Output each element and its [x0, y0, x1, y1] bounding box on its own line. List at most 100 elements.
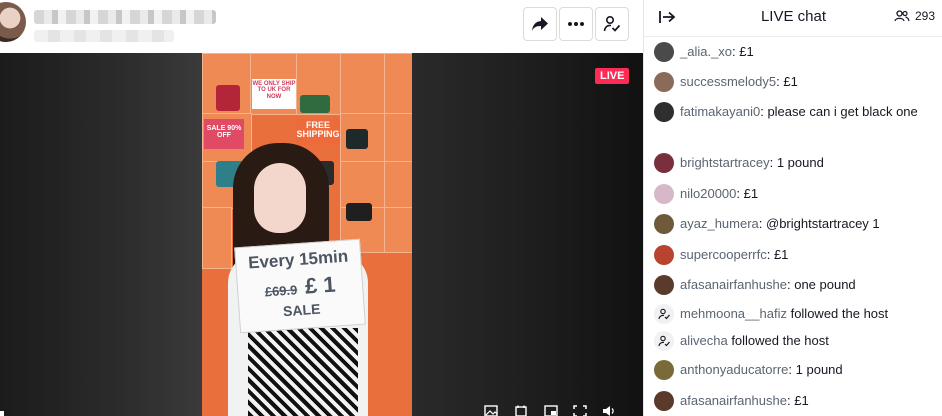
username[interactable]: anthonyaducatorre [680, 362, 788, 377]
handbag-dark [346, 129, 368, 149]
follow-event-avatar [654, 331, 674, 351]
clip-icon [515, 405, 527, 416]
video-frame: WE ONLY SHIP TO UK FOR NOW SALE 90% OFF … [202, 53, 412, 416]
username[interactable]: brightstartracey [680, 155, 770, 170]
more-icon [568, 22, 584, 26]
message-text: : 1 pound [788, 362, 843, 377]
message-text: : £1 [732, 44, 754, 59]
user-avatar[interactable] [654, 72, 674, 92]
live-stream-panel: WE ONLY SHIP TO UK FOR NOW SALE 90% OFF … [0, 0, 643, 416]
fullscreen-icon [573, 405, 587, 416]
chat-message: anthonyaducatorre: 1 pound [654, 360, 934, 380]
message-text: : @brightstartracey 1 [758, 216, 880, 231]
user-avatar[interactable] [654, 42, 674, 62]
presenter-face [254, 163, 306, 233]
video-blur-right [412, 53, 643, 416]
video-blur-left [0, 53, 202, 416]
shelf-cell [384, 53, 412, 115]
user-avatar[interactable] [654, 275, 674, 295]
chat-message: afasanairfanhushe: £1 [654, 391, 934, 411]
shelf-cell [340, 161, 386, 209]
message-text: : 1 pound [769, 155, 824, 170]
pip-button[interactable] [544, 405, 558, 416]
user-follow-icon [658, 308, 670, 320]
user-avatar[interactable] [654, 360, 674, 380]
username[interactable]: fatimakayani0 [680, 104, 760, 119]
progress-indicator [0, 411, 4, 416]
chat-message: successmelody5: £1 [654, 72, 934, 92]
follow-event-avatar [654, 304, 674, 324]
username[interactable]: afasanairfanhushe [680, 393, 787, 408]
username[interactable]: _alia._xo [680, 44, 732, 59]
username[interactable]: nilo20000 [680, 186, 736, 201]
shelf-cell [384, 207, 412, 253]
volume-icon [603, 406, 614, 416]
viewers-icon [894, 10, 910, 22]
picture-in-picture-icon [544, 405, 558, 416]
card-old-price: £69.9 [264, 282, 298, 300]
handbag-red [216, 85, 240, 111]
event-text: followed the host [727, 333, 829, 348]
chat-message: supercooperrfc: £1 [654, 245, 934, 265]
user-avatar[interactable] [654, 153, 674, 173]
share-button[interactable] [523, 7, 557, 41]
sign-only-ship-uk: WE ONLY SHIP TO UK FOR NOW [252, 79, 296, 109]
live-badge: LIVE [595, 68, 630, 84]
message-text: : please can i get black one [760, 104, 918, 119]
live-chat-panel: LIVE chat 293 _alia._xo: £1 successmelod… [643, 0, 942, 416]
sign-free-shipping: FREE SHIPPING [296, 119, 340, 145]
message-text: : one pound [786, 277, 856, 292]
chat-message: fatimakayani0: please can i get black on… [654, 102, 934, 122]
viewer-count-value: 293 [914, 9, 935, 23]
report-button[interactable] [595, 7, 629, 41]
volume-button[interactable] [602, 405, 616, 416]
handbag-green [300, 95, 330, 113]
message-text: : £1 [766, 247, 789, 262]
shelf-cell [384, 113, 412, 163]
username[interactable]: supercooperrfc [680, 247, 767, 262]
presenter-top [248, 328, 358, 416]
follow-event: mehmoona__hafiz followed the host [654, 304, 934, 324]
clip-button[interactable] [514, 405, 528, 416]
user-avatar[interactable] [654, 102, 674, 122]
user-follow-icon [658, 335, 670, 347]
handbag-black-2 [346, 203, 372, 221]
image-icon [484, 405, 498, 416]
report-icon [603, 15, 621, 32]
shelf-cell [340, 53, 386, 115]
chat-message: nilo20000: £1 [654, 184, 934, 204]
host-subtitle-blurred [34, 30, 174, 42]
chat-header: LIVE chat 293 [644, 0, 942, 37]
user-avatar[interactable] [654, 184, 674, 204]
host-avatar[interactable] [0, 2, 26, 42]
username[interactable]: mehmoona__hafiz [680, 306, 787, 321]
price-card: Every 15min £69.9 £ 1 SALE [234, 238, 366, 334]
chat-message: ayaz_humera: @brightstartracey 1 [654, 214, 934, 234]
share-icon [532, 17, 548, 31]
message-text: : £1 [776, 74, 798, 89]
user-avatar[interactable] [654, 245, 674, 265]
chat-message: afasanairfanhushe: one pound [654, 275, 934, 295]
fullscreen-button[interactable] [573, 405, 587, 416]
follow-event: alivecha followed the host [654, 331, 934, 351]
username[interactable]: successmelody5 [680, 74, 776, 89]
picture-icon-button[interactable] [484, 405, 498, 416]
chat-message: brightstartracey: 1 pound [654, 153, 934, 173]
user-avatar[interactable] [654, 214, 674, 234]
chat-message: _alia._xo: £1 [654, 42, 934, 62]
event-text: followed the host [786, 306, 889, 321]
user-avatar[interactable] [654, 391, 674, 411]
sign-sale: SALE 90% OFF [204, 119, 244, 149]
message-text: : £1 [736, 186, 759, 201]
card-new-price: £ 1 [304, 271, 337, 299]
host-name-blurred [34, 10, 216, 24]
username[interactable]: alivecha [680, 333, 728, 348]
username[interactable]: afasanairfanhushe [680, 277, 787, 292]
viewer-count[interactable]: 293 [894, 9, 935, 23]
shelf-cell [384, 161, 412, 209]
video-player[interactable]: WE ONLY SHIP TO UK FOR NOW SALE 90% OFF … [0, 53, 643, 416]
stream-header [0, 0, 643, 52]
more-options-button[interactable] [559, 7, 593, 41]
username[interactable]: ayaz_humera [680, 216, 759, 231]
message-text: : £1 [786, 393, 809, 408]
